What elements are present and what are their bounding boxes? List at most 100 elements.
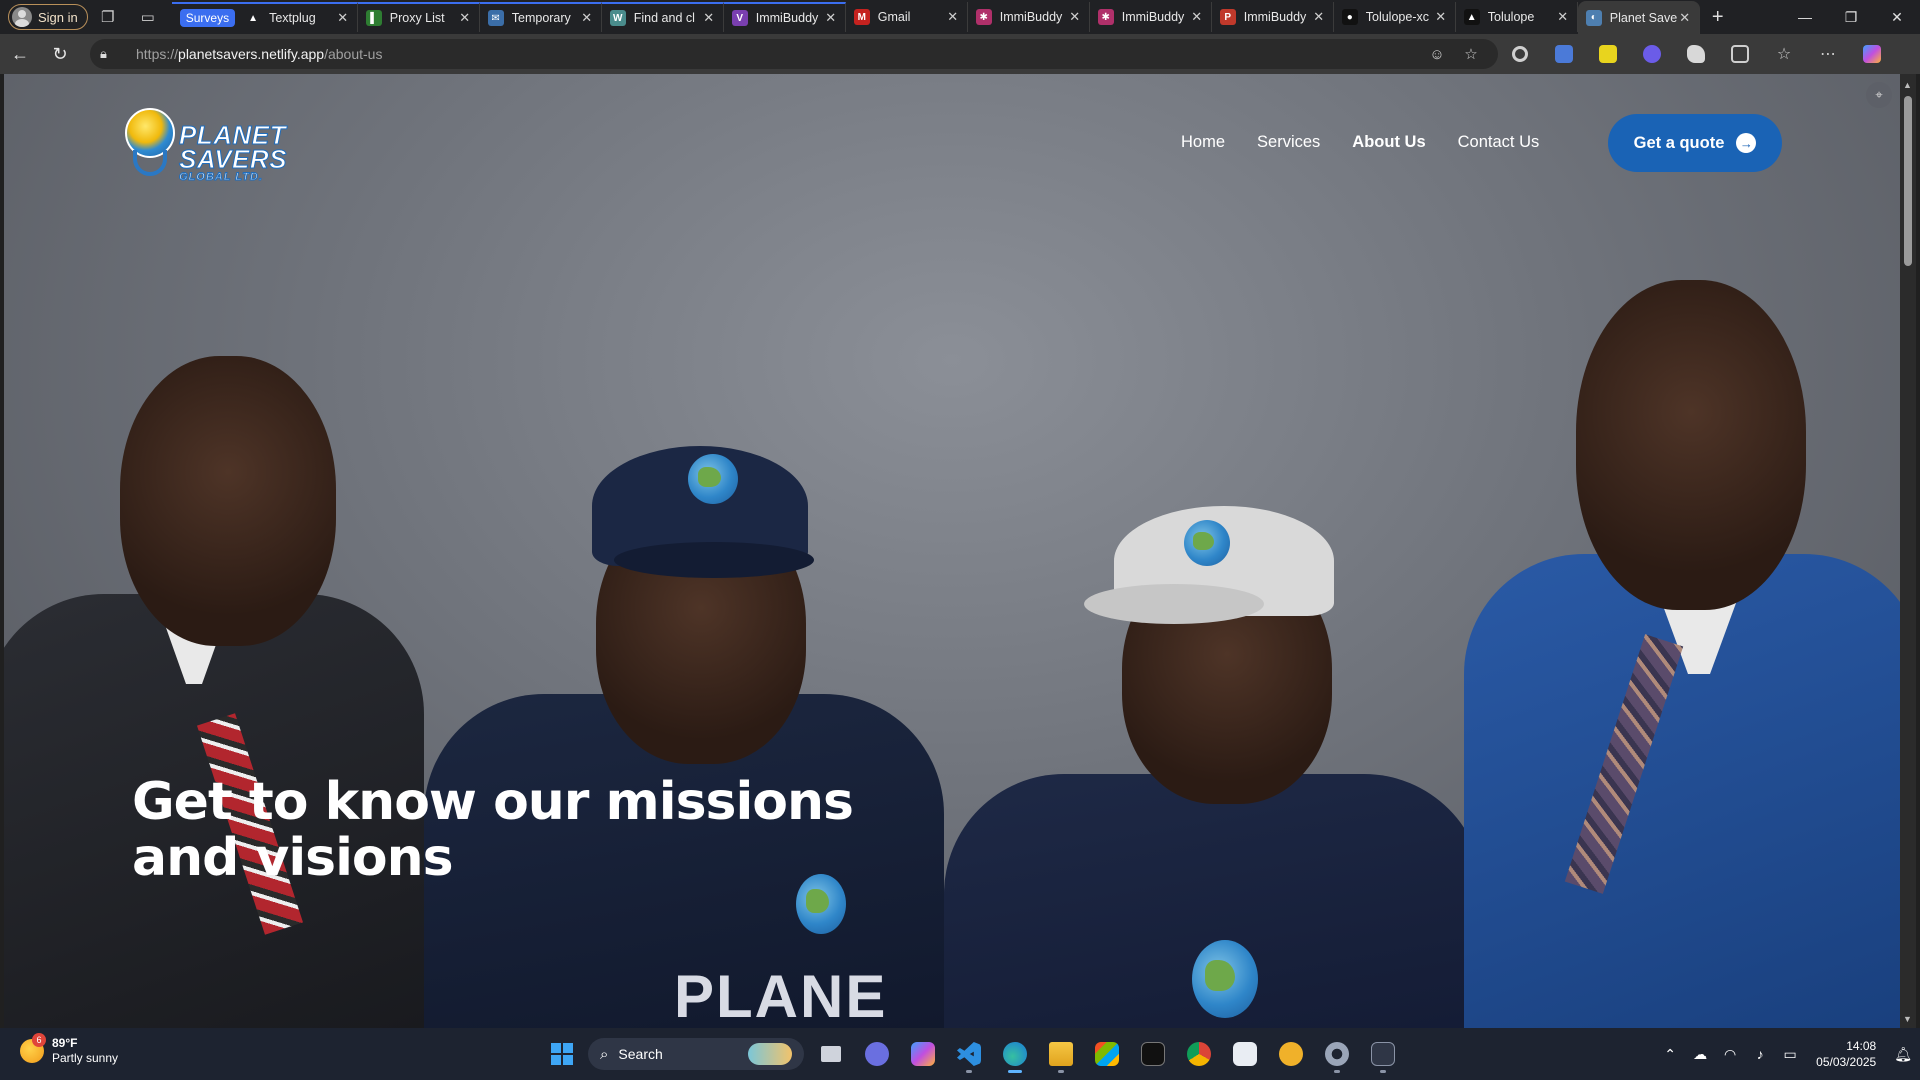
tab-actions-icon[interactable]: ▭ (128, 0, 168, 34)
mail-icon[interactable] (1226, 1034, 1264, 1074)
extensions-icon[interactable] (1718, 36, 1762, 72)
restore-icon[interactable]: ❐ (1828, 0, 1874, 34)
reader-mode-icon[interactable]: ☺ (1420, 46, 1454, 63)
chrome-icon[interactable] (1180, 1034, 1218, 1074)
nav-home[interactable]: Home (1181, 133, 1225, 152)
onedrive-offline-icon[interactable]: ☁ (1690, 1046, 1710, 1063)
tab-item[interactable]: ✱ ImmiBuddy ✕ (1090, 2, 1212, 32)
nav-contact-us[interactable]: Contact Us (1458, 133, 1540, 152)
profile-signin-button[interactable]: Sign in (8, 4, 88, 30)
clock-date: 05/03/2025 (1816, 1055, 1877, 1069)
vscode-icon[interactable] (950, 1034, 988, 1074)
tab-close-icon[interactable]: ✕ (701, 10, 717, 26)
hero-title: Get to know our missions and visions (132, 772, 854, 888)
copilot-app-icon[interactable] (904, 1034, 942, 1074)
nav-services[interactable]: Services (1257, 133, 1320, 152)
settings-icon[interactable] (1318, 1034, 1356, 1074)
lock-icon[interactable]: 🔒︎ (100, 46, 122, 62)
battery-icon[interactable]: ▭ (1780, 1046, 1800, 1063)
signin-label: Sign in (38, 9, 78, 25)
tab-item[interactable]: ◐ Planet Save ✕ (1577, 1, 1700, 34)
tab-close-icon[interactable]: ✕ (1555, 9, 1571, 25)
reload-icon[interactable]: ↻ (40, 36, 80, 72)
get-quote-button[interactable]: Get a quote → (1608, 114, 1782, 172)
new-tab-button[interactable]: + (1700, 6, 1736, 29)
tab-title: Find and cl (633, 11, 695, 25)
task-view-icon[interactable] (812, 1034, 850, 1074)
start-button[interactable] (544, 1034, 580, 1074)
back-icon[interactable]: ← (0, 36, 40, 72)
visual-search-icon[interactable]: ⌖ (1866, 82, 1892, 108)
volume-icon[interactable]: ♪ (1750, 1046, 1770, 1062)
tab-favicon-icon: V (731, 10, 748, 26)
brave-icon[interactable] (1272, 1034, 1310, 1074)
teams-chat-icon[interactable] (858, 1034, 896, 1074)
scroll-up-icon[interactable]: ▲ (1903, 80, 1912, 90)
microsoft-store-icon[interactable] (1088, 1034, 1126, 1074)
tab-textplug[interactable]: Surveys ▲ Textplug ✕ (171, 2, 358, 32)
tab-favicon-icon: ▲ (1463, 9, 1480, 25)
tab-close-icon[interactable]: ✕ (579, 10, 595, 26)
extension-screenshot-icon[interactable] (1542, 36, 1586, 72)
notifications-bell-icon[interactable]: 🔔︎ (1894, 1046, 1912, 1063)
file-explorer-icon[interactable] (1042, 1034, 1080, 1074)
upwork-icon[interactable] (1134, 1034, 1172, 1074)
scroll-down-icon[interactable]: ▼ (1903, 1014, 1912, 1024)
favorites-icon[interactable]: ☆ (1762, 36, 1806, 72)
favorite-star-icon[interactable]: ☆ (1454, 45, 1488, 63)
browser-tab-strip: Sign in ❐ ▭ Surveys ▲ Textplug ✕ ▌ Proxy … (0, 0, 1920, 34)
tab-favicon-icon: ✱ (975, 9, 992, 25)
tab-item[interactable]: V ImmiBuddy ✕ (723, 2, 846, 32)
system-clock[interactable]: 14:08 05/03/2025 (1816, 1038, 1876, 1070)
site-logo[interactable]: PLANET SAVERS GLOBAL LTD. (121, 106, 297, 186)
page-scrollbar[interactable]: ▲ ▼ (1900, 74, 1916, 1028)
more-menu-icon[interactable]: ⋯ (1806, 36, 1850, 72)
page-viewport: PLANE PLANET SAVERS GLOBAL LTD. Home Ser… (4, 74, 1900, 1028)
tab-item[interactable]: ✱ ImmiBuddy ✕ (968, 2, 1090, 32)
minimize-icon[interactable]: — (1782, 0, 1828, 34)
tab-item[interactable]: ▌ Proxy List ✕ (357, 2, 480, 32)
terminal-icon[interactable] (1364, 1034, 1402, 1074)
tab-close-icon[interactable]: ✕ (1311, 9, 1327, 25)
tab-item[interactable]: ✉ Temporary ✕ (479, 2, 602, 32)
taskbar-search[interactable]: ⌕ Search (588, 1038, 804, 1070)
tab-close-icon[interactable]: ✕ (1433, 9, 1449, 25)
tab-item[interactable]: W Find and cl ✕ (601, 2, 724, 32)
wifi-icon[interactable]: ◠ (1720, 1046, 1740, 1063)
tab-favicon-icon: W (609, 10, 626, 26)
tab-close-icon[interactable]: ✕ (457, 10, 473, 26)
tab-close-icon[interactable]: ✕ (1677, 10, 1693, 26)
close-window-icon[interactable]: ✕ (1874, 0, 1920, 34)
tab-close-icon[interactable]: ✕ (823, 10, 839, 26)
edge-icon[interactable] (996, 1034, 1034, 1074)
tab-close-icon[interactable]: ✕ (945, 9, 961, 25)
tab-item[interactable]: ● Tolulope-xc ✕ (1334, 2, 1456, 32)
tab-group-chip[interactable]: Surveys (179, 9, 236, 27)
tab-title: ImmiBuddy (1121, 10, 1185, 24)
extension-yellow-icon[interactable] (1586, 36, 1630, 72)
tab-favicon-icon: ◐ (1585, 9, 1602, 26)
partly-sunny-icon: 6 (20, 1033, 46, 1063)
workspaces-icon[interactable]: ❐ (88, 0, 128, 34)
tab-close-icon[interactable]: ✕ (1067, 9, 1083, 25)
scrollbar-thumb[interactable] (1904, 96, 1912, 266)
tab-close-icon[interactable]: ✕ (1189, 9, 1205, 25)
tab-title: Tolulope-xc (1365, 10, 1429, 24)
tab-item[interactable]: P ImmiBuddy ✕ (1212, 2, 1334, 32)
tab-close-icon[interactable]: ✕ (335, 10, 351, 26)
show-hidden-icons-icon[interactable]: ⌃ (1660, 1046, 1680, 1063)
arrow-right-icon: → (1736, 133, 1757, 153)
extension-puzzle-icon[interactable] (1674, 36, 1718, 72)
copilot-icon[interactable] (1850, 36, 1894, 72)
weather-desc: Partly sunny (52, 1051, 119, 1065)
profile-avatar-icon (12, 7, 32, 27)
tab-item[interactable]: M Gmail ✕ (846, 2, 968, 32)
extension-purple-icon[interactable] (1630, 36, 1674, 72)
weather-widget[interactable]: 6 89°F Partly sunny (20, 1033, 119, 1066)
address-bar[interactable]: 🔒︎ https://planetsavers.netlify.app/abou… (90, 39, 1498, 69)
nav-about-us[interactable]: About Us (1352, 133, 1425, 152)
extension-record-icon[interactable] (1498, 36, 1542, 72)
tab-item[interactable]: ▲ Tolulope ✕ (1456, 2, 1578, 32)
url-text[interactable]: https://planetsavers.netlify.app/about-u… (136, 46, 1420, 62)
browser-toolbar: ← ↻ 🔒︎ https://planetsavers.netlify.app/… (0, 34, 1920, 74)
